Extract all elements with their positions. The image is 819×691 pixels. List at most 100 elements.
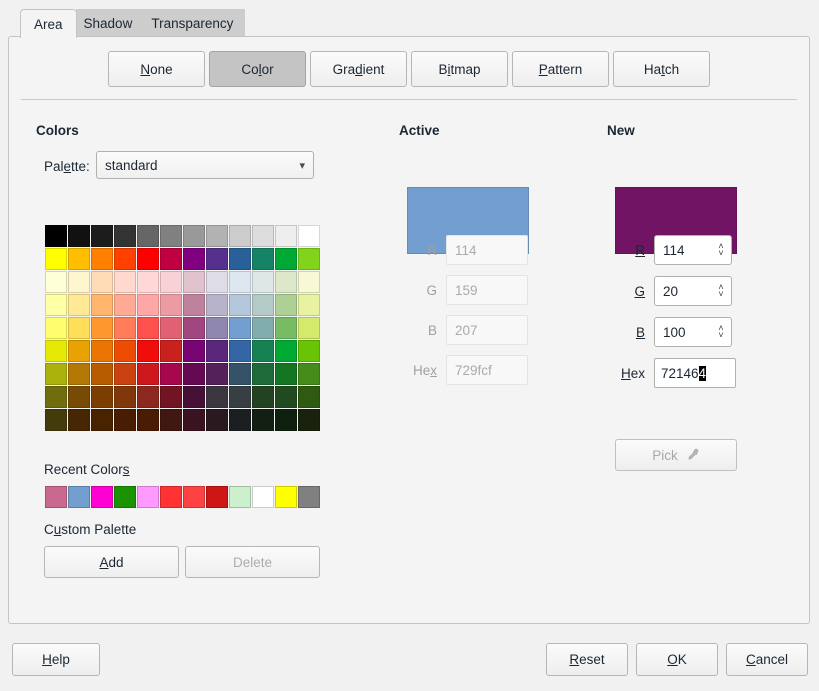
palette-swatch[interactable] [275,386,297,408]
palette-swatch[interactable] [229,248,251,270]
palette-swatch[interactable] [68,248,90,270]
palette-swatch[interactable] [91,294,113,316]
fill-type-gradient-button[interactable]: Gradient [310,51,407,87]
new-red-stepper[interactable]: 114 ˄ ˅ [654,235,732,265]
recent-color-swatch[interactable] [68,486,90,508]
palette-swatch[interactable] [298,294,320,316]
recent-color-swatch[interactable] [91,486,113,508]
palette-swatch[interactable] [275,409,297,431]
palette-swatch[interactable] [206,248,228,270]
recent-color-swatch[interactable] [252,486,274,508]
new-green-stepper[interactable]: 20 ˄ ˅ [654,276,732,306]
recent-color-swatch[interactable] [275,486,297,508]
palette-swatch[interactable] [160,386,182,408]
palette-swatch[interactable] [229,294,251,316]
palette-swatch[interactable] [298,363,320,385]
palette-swatch[interactable] [252,317,274,339]
palette-swatch[interactable] [114,317,136,339]
recent-color-swatch[interactable] [160,486,182,508]
palette-swatch[interactable] [206,317,228,339]
palette-swatch[interactable] [275,271,297,293]
palette-swatch[interactable] [68,340,90,362]
palette-swatch[interactable] [275,294,297,316]
palette-swatch[interactable] [137,294,159,316]
recent-color-swatch[interactable] [45,486,67,508]
ok-button[interactable]: OK [636,643,718,676]
palette-swatch[interactable] [45,317,67,339]
palette-swatch[interactable] [68,317,90,339]
palette-swatch[interactable] [160,248,182,270]
fill-type-none-button[interactable]: None [108,51,205,87]
palette-swatch[interactable] [229,409,251,431]
palette-swatch[interactable] [252,225,274,247]
palette-swatch[interactable] [252,294,274,316]
palette-swatch[interactable] [137,317,159,339]
palette-swatch[interactable] [229,363,251,385]
palette-swatch[interactable] [68,271,90,293]
palette-swatch[interactable] [68,409,90,431]
palette-swatch[interactable] [45,409,67,431]
palette-swatch[interactable] [160,363,182,385]
palette-swatch[interactable] [68,386,90,408]
spinner-arrows-icon[interactable]: ˄ ˅ [713,243,729,257]
palette-swatch[interactable] [45,340,67,362]
fill-type-bitmap-button[interactable]: Bitmap [411,51,508,87]
palette-swatch[interactable] [206,340,228,362]
palette-swatch[interactable] [137,363,159,385]
palette-swatch[interactable] [229,386,251,408]
palette-swatch[interactable] [91,386,113,408]
palette-swatch[interactable] [91,409,113,431]
palette-swatch[interactable] [91,225,113,247]
palette-swatch[interactable] [160,409,182,431]
palette-swatch[interactable] [45,225,67,247]
palette-swatch[interactable] [45,294,67,316]
palette-swatch[interactable] [252,248,274,270]
palette-swatch[interactable] [275,317,297,339]
palette-swatch[interactable] [91,248,113,270]
tab-shadow[interactable]: Shadow [76,9,145,38]
palette-swatch[interactable] [183,225,205,247]
spinner-arrows-icon[interactable]: ˄ ˅ [713,284,729,298]
palette-swatch[interactable] [114,340,136,362]
spinner-arrows-icon[interactable]: ˄ ˅ [713,325,729,339]
palette-swatch[interactable] [275,225,297,247]
palette-swatch[interactable] [137,225,159,247]
palette-swatch[interactable] [114,294,136,316]
palette-swatch[interactable] [298,248,320,270]
palette-swatch[interactable] [160,340,182,362]
palette-select[interactable]: standard ▾ [96,151,314,179]
palette-swatch[interactable] [206,386,228,408]
palette-swatch[interactable] [298,317,320,339]
recent-color-swatch[interactable] [298,486,320,508]
spin-down-icon[interactable]: ˅ [718,291,723,298]
spin-down-icon[interactable]: ˅ [718,332,723,339]
palette-swatch[interactable] [183,248,205,270]
palette-swatch[interactable] [252,271,274,293]
palette-swatch[interactable] [183,340,205,362]
palette-swatch[interactable] [45,363,67,385]
palette-swatch[interactable] [252,409,274,431]
palette-swatch[interactable] [137,271,159,293]
palette-swatch[interactable] [275,340,297,362]
palette-swatch[interactable] [206,363,228,385]
palette-swatch[interactable] [91,317,113,339]
palette-swatch[interactable] [114,271,136,293]
palette-swatch[interactable] [229,317,251,339]
palette-swatch[interactable] [275,363,297,385]
palette-swatch[interactable] [298,386,320,408]
recent-color-swatch[interactable] [183,486,205,508]
palette-swatch[interactable] [206,294,228,316]
fill-type-pattern-button[interactable]: Pattern [512,51,609,87]
palette-swatch[interactable] [298,225,320,247]
palette-swatch[interactable] [252,340,274,362]
palette-swatch[interactable] [275,248,297,270]
recent-colors-grid[interactable] [45,486,320,508]
palette-swatch[interactable] [68,294,90,316]
palette-swatch[interactable] [91,340,113,362]
palette-swatch[interactable] [160,271,182,293]
palette-swatch[interactable] [68,363,90,385]
palette-swatch[interactable] [160,317,182,339]
palette-swatch[interactable] [298,409,320,431]
reset-button[interactable]: Reset [546,643,628,676]
help-button[interactable]: Help [12,643,100,676]
